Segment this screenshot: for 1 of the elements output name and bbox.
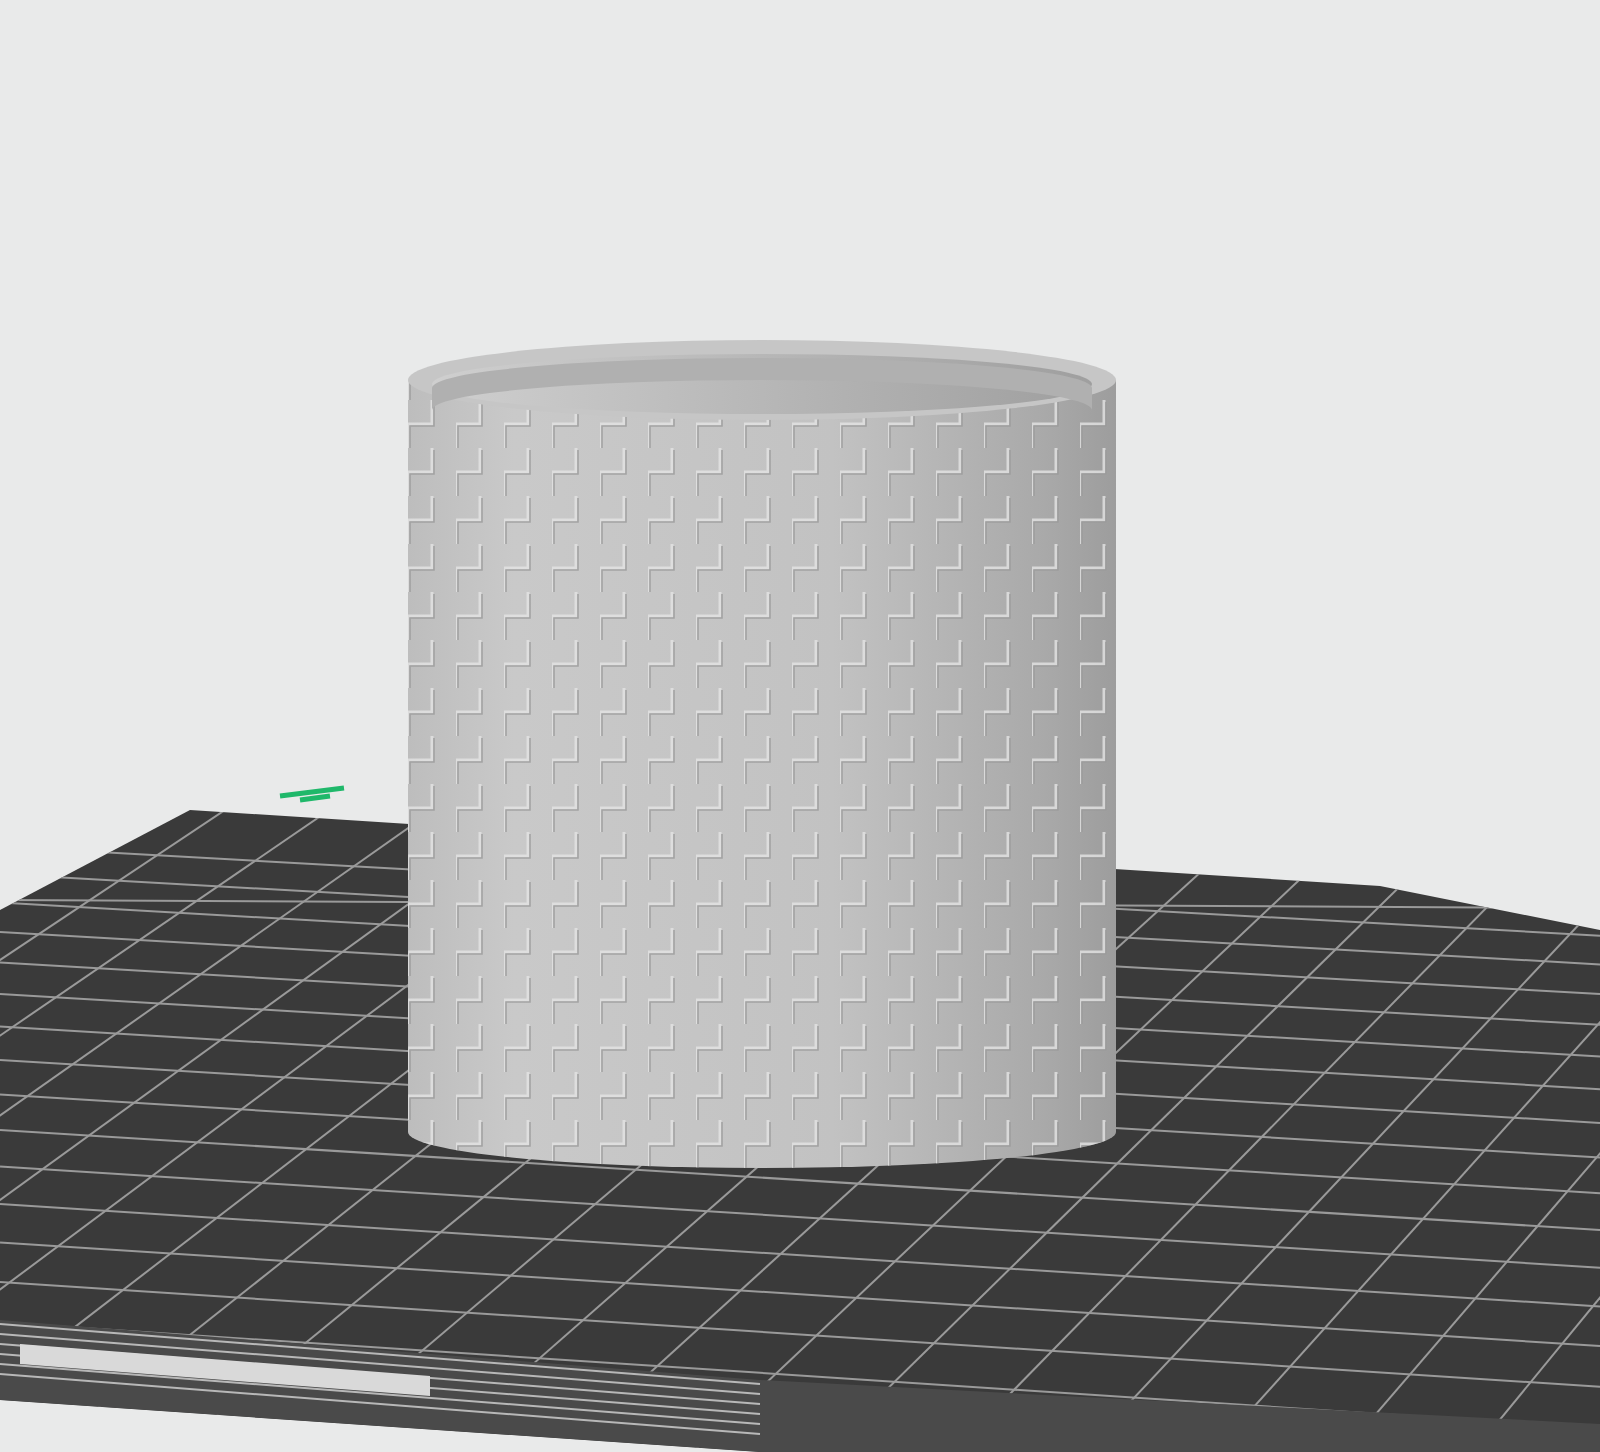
axis-marker-icon [277,785,347,803]
